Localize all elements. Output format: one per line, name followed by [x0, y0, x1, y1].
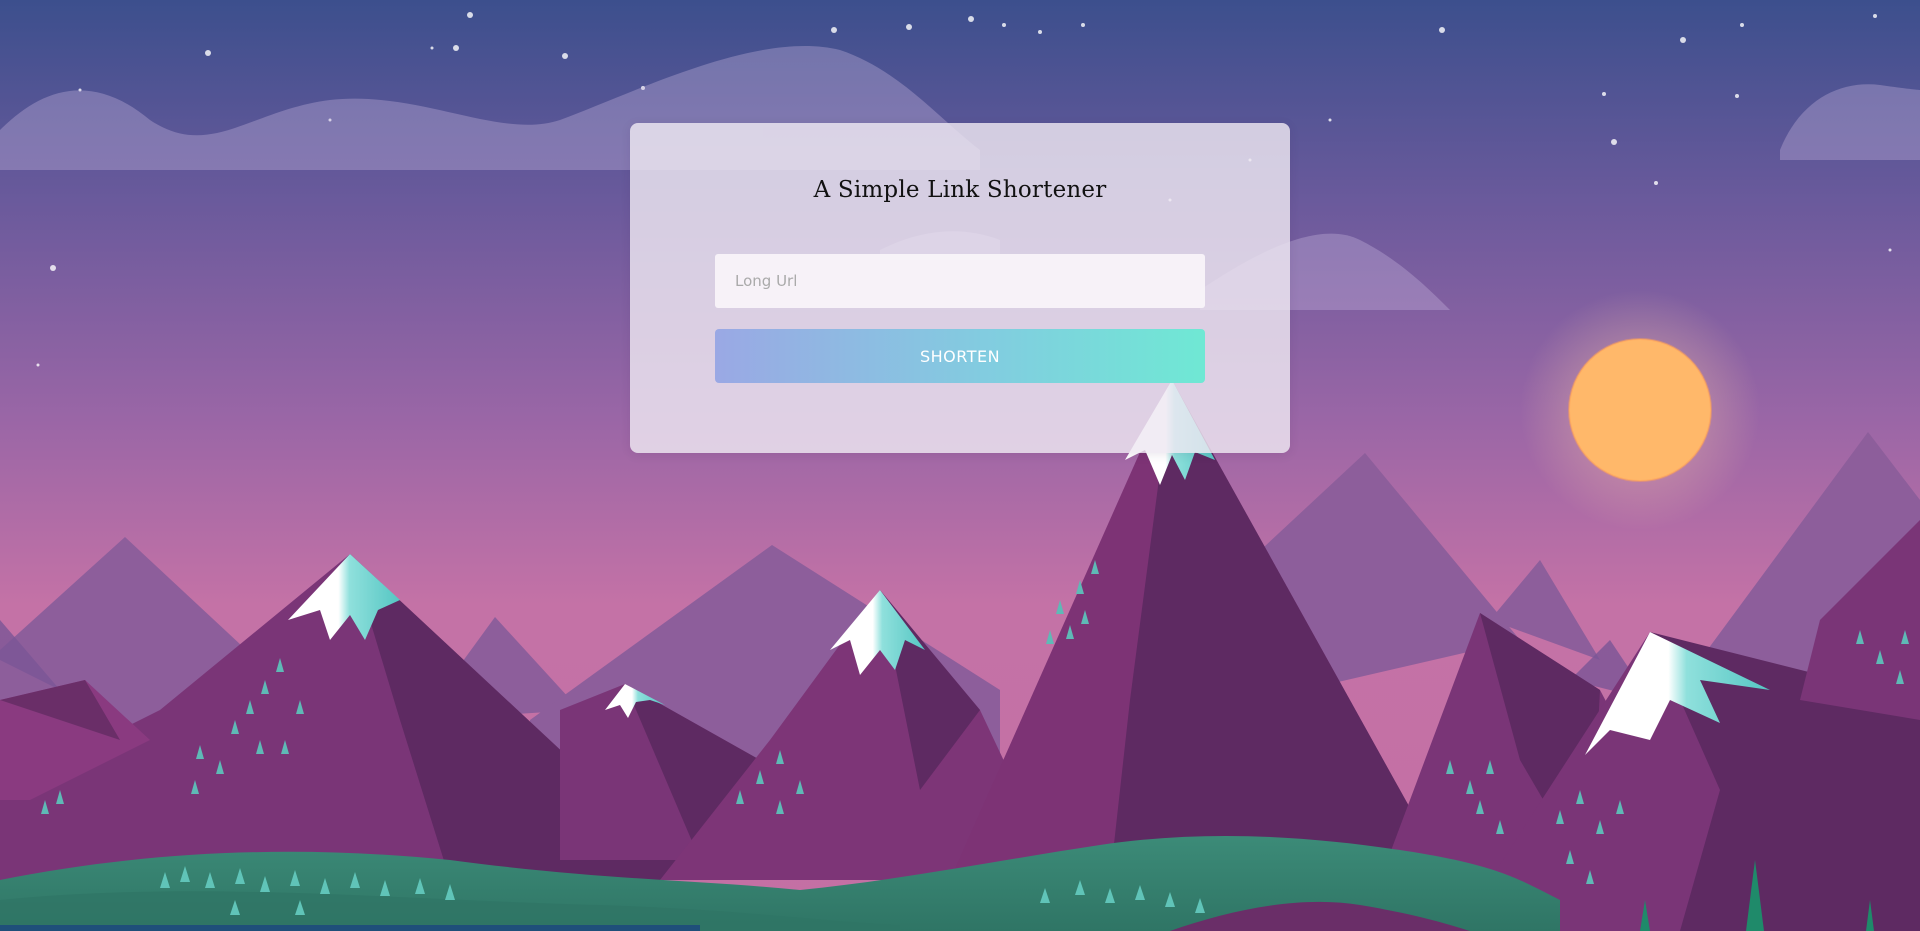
- shorten-button[interactable]: SHORTEN: [715, 329, 1205, 383]
- long-url-input[interactable]: [715, 254, 1205, 308]
- shortener-card: A Simple Link Shortener SHORTEN: [630, 123, 1290, 453]
- page-title: A Simple Link Shortener: [813, 177, 1107, 203]
